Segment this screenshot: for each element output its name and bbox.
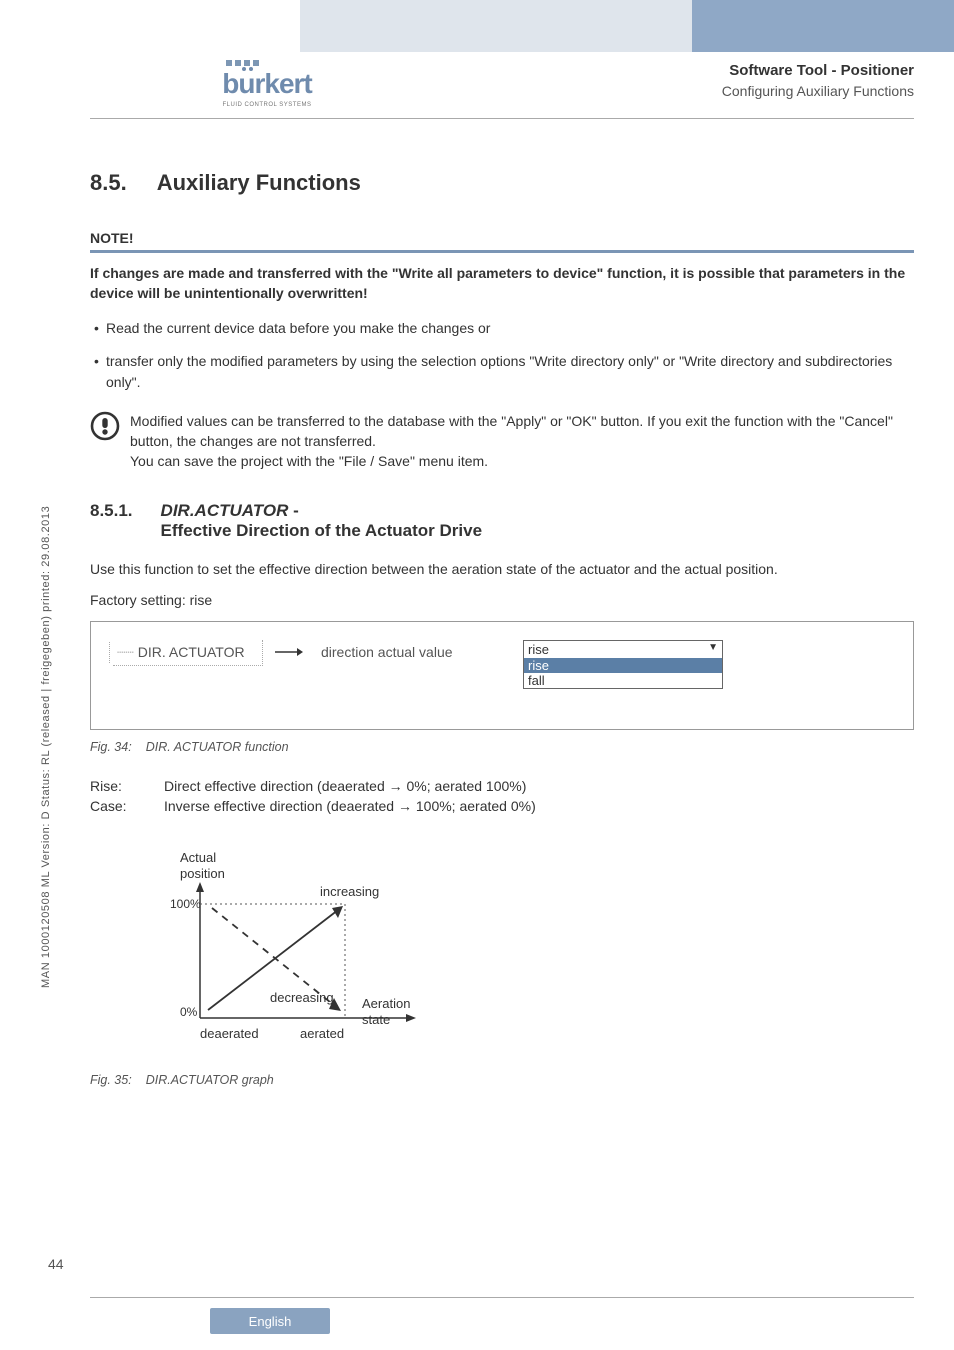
def-key: Case: bbox=[90, 798, 144, 814]
footer-rule bbox=[90, 1297, 914, 1298]
info-paragraph: Modified values can be transferred to th… bbox=[130, 411, 914, 472]
config-tree-item[interactable]: ┈┈ DIR. ACTUATOR bbox=[113, 640, 263, 666]
subsection-title-dash: - bbox=[288, 501, 298, 520]
header-title: Software Tool - Positioner bbox=[722, 62, 914, 79]
xlab-row-2: state bbox=[362, 1012, 390, 1027]
note-rule bbox=[90, 250, 914, 253]
header-rule bbox=[90, 118, 914, 119]
config-panel: ┈┈ DIR. ACTUATOR direction actual value … bbox=[90, 621, 914, 730]
y-tick-0: 0% bbox=[180, 1005, 198, 1019]
dropdown-option[interactable]: fall bbox=[524, 673, 722, 688]
note-bullet-list: Read the current device data before you … bbox=[90, 318, 914, 393]
header-subtitle: Configuring Auxiliary Functions bbox=[722, 83, 914, 99]
section-heading: 8.5. Auxiliary Functions bbox=[90, 170, 914, 196]
y-tick-100: 100% bbox=[170, 897, 201, 911]
section-title: Auxiliary Functions bbox=[157, 170, 361, 196]
section-number: 8.5. bbox=[90, 170, 127, 196]
brand-logo: burkert FLUID CONTROL SYSTEMS bbox=[208, 60, 326, 111]
arrow-right-icon bbox=[275, 642, 303, 663]
def-key: Rise: bbox=[90, 778, 144, 794]
subsection-title-rest: Effective Direction of the Actuator Driv… bbox=[161, 521, 483, 541]
note-bullet: transfer only the modified parameters by… bbox=[94, 351, 914, 393]
figure-caption: Fig. 34: DIR. ACTUATOR function bbox=[90, 740, 914, 754]
series-label-increasing: increasing bbox=[320, 884, 379, 899]
exclamation-icon bbox=[90, 411, 120, 441]
series-label-decreasing: decreasing bbox=[270, 990, 334, 1005]
subsection-heading: 8.5.1. DIR.ACTUATOR - Effective Directio… bbox=[90, 501, 914, 541]
chevron-down-icon: ▼ bbox=[708, 642, 718, 657]
direction-dropdown[interactable]: rise ▼ rise fall bbox=[523, 640, 723, 689]
note-label: NOTE! bbox=[90, 230, 914, 246]
paragraph: Use this function to set the effective d… bbox=[90, 559, 914, 580]
def-value: Inverse effective direction (deaerated →… bbox=[164, 798, 536, 814]
dropdown-selected-value: rise bbox=[528, 642, 549, 657]
def-value: Direct effective direction (deaerated → … bbox=[164, 778, 526, 794]
definitions: Rise: Direct effective direction (deaera… bbox=[90, 778, 914, 814]
header-tab-bg bbox=[300, 0, 692, 52]
subsection-number: 8.5.1. bbox=[90, 501, 133, 521]
figure-caption: Fig. 35: DIR.ACTUATOR graph bbox=[90, 1073, 914, 1087]
language-tab: English bbox=[210, 1308, 330, 1334]
logo-subtitle: FLUID CONTROL SYSTEMS bbox=[222, 102, 311, 108]
note-bold-text: If changes are made and transferred with… bbox=[90, 263, 914, 304]
vertical-meta-text: MAN 1000120508 ML Version: D Status: RL … bbox=[40, 488, 52, 988]
note-bullet: Read the current device data before you … bbox=[94, 318, 914, 339]
config-field-label: direction actual value bbox=[321, 640, 511, 660]
y-axis-label-1: Actual bbox=[180, 850, 216, 865]
dir-actuator-graph: Actual position 100% 0% increasing bbox=[140, 848, 914, 1063]
xlab-row-1: Aeration bbox=[362, 996, 410, 1011]
paragraph: Factory setting: rise bbox=[90, 590, 914, 611]
header-blue-bar bbox=[692, 0, 954, 52]
page-number: 44 bbox=[48, 1256, 64, 1272]
y-axis-label-2: position bbox=[180, 866, 225, 881]
subsection-title-italic: DIR.ACTUATOR bbox=[161, 501, 289, 520]
x-cat-aerated: aerated bbox=[300, 1026, 344, 1041]
dropdown-option[interactable]: rise bbox=[524, 658, 722, 673]
x-cat-deaerated: deaerated bbox=[200, 1026, 259, 1041]
